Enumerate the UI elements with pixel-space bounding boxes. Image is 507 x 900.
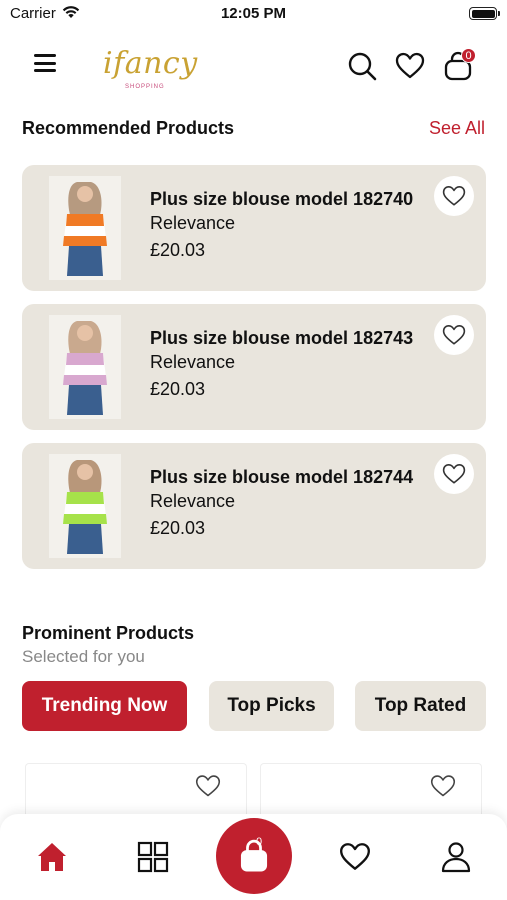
product-card[interactable]: Plus size blouse model 182744 Relevance … bbox=[22, 443, 486, 569]
cart-count-badge: 0 bbox=[461, 48, 476, 63]
tab-top-picks[interactable]: Top Picks bbox=[209, 681, 334, 731]
heart-icon bbox=[430, 775, 456, 797]
nav-cart-button[interactable]: 0 bbox=[216, 818, 292, 894]
cart-button[interactable]: 0 bbox=[442, 48, 476, 82]
logo-text: ifancy bbox=[103, 46, 198, 81]
hamburger-icon-line bbox=[34, 69, 56, 72]
search-icon bbox=[348, 52, 377, 81]
menu-button[interactable] bbox=[34, 54, 58, 74]
app-header: ifancy SHOPPING 0 bbox=[0, 40, 507, 100]
product-subtitle: Relevance bbox=[150, 352, 236, 372]
product-name: Plus size blouse model 182740 bbox=[150, 189, 414, 209]
favorite-button[interactable] bbox=[434, 315, 474, 355]
nav-wishlist[interactable] bbox=[338, 840, 372, 874]
product-subtitle: Relevance bbox=[150, 213, 236, 233]
categories-icon bbox=[137, 841, 169, 873]
product-card[interactable]: Plus size blouse model 182743 Relevance … bbox=[22, 304, 486, 430]
hamburger-icon-line bbox=[34, 61, 56, 65]
heart-icon bbox=[442, 464, 466, 484]
heart-icon bbox=[395, 52, 425, 79]
nav-home[interactable] bbox=[35, 840, 69, 874]
tab-top-rated[interactable]: Top Rated bbox=[355, 681, 486, 731]
product-price: £20.03 bbox=[150, 518, 206, 538]
product-price: £20.03 bbox=[150, 240, 206, 260]
status-bar: Carrier 12:05 PM bbox=[0, 0, 507, 30]
heart-icon bbox=[442, 325, 466, 345]
product-image bbox=[49, 454, 121, 558]
favorite-button[interactable] bbox=[434, 454, 474, 494]
nav-categories[interactable] bbox=[136, 840, 170, 874]
status-time: 12:05 PM bbox=[220, 5, 287, 22]
prominent-subtitle: Selected for you bbox=[22, 647, 145, 666]
heart-icon bbox=[442, 186, 466, 206]
product-name: Plus size blouse model 182744 bbox=[150, 467, 414, 487]
favorite-button[interactable] bbox=[434, 176, 474, 216]
battery-icon bbox=[469, 7, 500, 20]
favorite-button[interactable] bbox=[194, 773, 222, 799]
heart-icon bbox=[195, 775, 221, 797]
product-image bbox=[49, 176, 121, 280]
prominent-title: Prominent Products bbox=[22, 623, 195, 643]
nav-cart-count: 0 bbox=[256, 836, 263, 848]
hamburger-icon-line bbox=[34, 54, 56, 57]
wishlist-button[interactable] bbox=[394, 50, 426, 82]
product-card[interactable]: Plus size blouse model 182740 Relevance … bbox=[22, 165, 486, 291]
tab-trending-now[interactable]: Trending Now bbox=[22, 681, 187, 731]
logo-subtext: SHOPPING bbox=[125, 84, 165, 90]
home-icon bbox=[38, 843, 66, 871]
product-name: Plus size blouse model 182743 bbox=[150, 328, 414, 348]
nav-account[interactable] bbox=[439, 840, 473, 874]
favorite-button[interactable] bbox=[429, 773, 457, 799]
heart-icon bbox=[340, 843, 370, 870]
user-icon bbox=[441, 842, 471, 873]
bottom-navigation: 0 bbox=[0, 814, 507, 900]
see-all-link[interactable]: See All bbox=[429, 118, 485, 139]
search-button[interactable] bbox=[346, 50, 378, 82]
shopping-bag-icon bbox=[240, 839, 268, 872]
app-logo[interactable]: ifancy SHOPPING bbox=[103, 46, 198, 96]
product-subtitle: Relevance bbox=[150, 491, 236, 511]
product-image bbox=[49, 315, 121, 419]
product-shirt-stripe bbox=[66, 214, 104, 226]
recommended-title: Recommended Products bbox=[22, 118, 235, 138]
product-price: £20.03 bbox=[150, 379, 206, 399]
